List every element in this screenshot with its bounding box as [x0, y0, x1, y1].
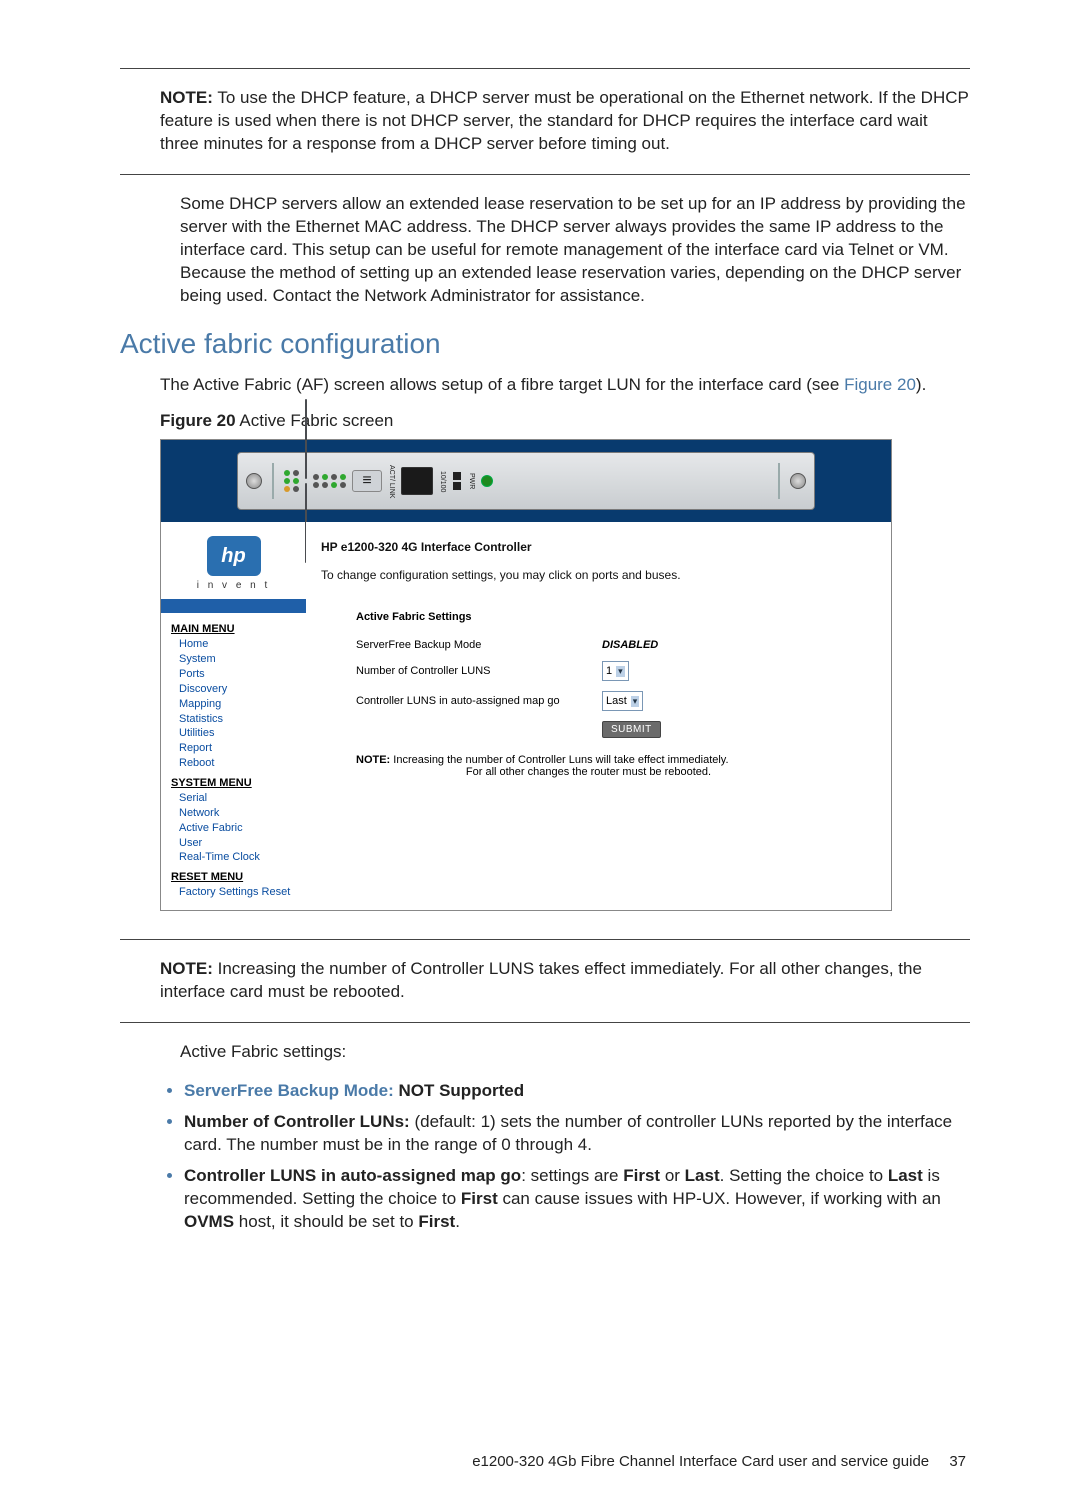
- sidebar: MAIN MENU Home System Ports Discovery Ma…: [161, 599, 306, 910]
- chevron-down-icon: ▾: [631, 696, 640, 707]
- settings-list: ServerFree Backup Mode: NOT Supported Nu…: [160, 1080, 970, 1234]
- menu-home[interactable]: Home: [179, 637, 306, 652]
- heading-active-fabric: Active fabric configuration: [120, 328, 970, 360]
- footer-title: e1200-320 4Gb Fibre Channel Interface Ca…: [472, 1453, 929, 1470]
- active-fabric-screenshot: ≡ ACT/ LINK 10/100 PWR hp i n v e n t HP…: [160, 439, 892, 911]
- label-num-luns: Number of Controller LUNS: [356, 665, 586, 677]
- menu-active-fabric[interactable]: Active Fabric: [179, 821, 306, 836]
- select-num-luns[interactable]: 1 ▾: [602, 661, 629, 681]
- screw-icon: [246, 473, 262, 489]
- menu-discovery[interactable]: Discovery: [179, 682, 306, 697]
- figure-caption: Figure 20 Active Fabric screen: [160, 410, 970, 433]
- bullet-serverfree: ServerFree Backup Mode: NOT Supported: [184, 1080, 970, 1103]
- figure-20-link[interactable]: Figure 20: [844, 375, 916, 394]
- paragraph-af-intro: The Active Fabric (AF) screen allows set…: [160, 374, 970, 397]
- menu-ports[interactable]: Ports: [179, 667, 306, 682]
- content-note: NOTE: Increasing the number of Controlle…: [356, 754, 871, 778]
- chip-icon: ≡: [352, 470, 382, 492]
- menu-rtc[interactable]: Real-Time Clock: [179, 850, 306, 865]
- pwr-label: PWR: [468, 473, 475, 489]
- hp-logo-icon: hp: [207, 536, 261, 576]
- menu-utilities[interactable]: Utilities: [179, 726, 306, 741]
- hardware-banner: ≡ ACT/ LINK 10/100 PWR: [161, 440, 891, 522]
- note-dhcp: NOTE: To use the DHCP feature, a DHCP se…: [160, 87, 970, 156]
- rule-before-note2: [120, 939, 970, 940]
- menu-mapping[interactable]: Mapping: [179, 697, 306, 712]
- menu-serial[interactable]: Serial: [179, 791, 306, 806]
- paragraph-dhcp-lease: Some DHCP servers allow an extended leas…: [180, 193, 970, 308]
- figure-text: Active Fabric screen: [239, 411, 393, 430]
- note-body: To use the DHCP feature, a DHCP server m…: [160, 88, 969, 153]
- main-menu-head: MAIN MENU: [171, 623, 306, 635]
- menu-user[interactable]: User: [179, 836, 306, 851]
- note-controller-luns: NOTE: Increasing the number of Controlle…: [160, 958, 970, 1004]
- ethernet-port-icon: [401, 467, 433, 495]
- menu-system[interactable]: System: [179, 652, 306, 667]
- select-num-luns-value: 1: [606, 665, 612, 677]
- label-serverfree: ServerFree Backup Mode: [356, 639, 586, 651]
- value-serverfree: DISABLED: [602, 639, 658, 651]
- page-number: 37: [949, 1453, 966, 1470]
- page-footer: e1200-320 4Gb Fibre Channel Interface Ca…: [120, 1453, 970, 1470]
- power-led-icon: [481, 475, 493, 487]
- rack-front: ≡ ACT/ LINK 10/100 PWR: [237, 452, 815, 510]
- menu-statistics[interactable]: Statistics: [179, 712, 306, 727]
- row-auto-map: Controller LUNS in auto-assigned map go …: [356, 691, 871, 711]
- content-panel: Active Fabric Settings ServerFree Backup…: [306, 599, 891, 910]
- hp-logo-cell: hp i n v e n t: [161, 522, 307, 599]
- submit-button[interactable]: SUBMIT: [602, 721, 661, 738]
- screw-icon: [790, 473, 806, 489]
- select-auto-map[interactable]: Last ▾: [602, 691, 643, 711]
- reset-menu-head: RESET MENU: [171, 871, 306, 883]
- port-label: ACT/ LINK: [388, 465, 395, 498]
- sfp-slot: [305, 399, 307, 479]
- led-block-mid: [313, 474, 346, 488]
- row-serverfree: ServerFree Backup Mode DISABLED: [356, 639, 871, 651]
- bullet-num-luns: Number of Controller LUNs: (default: 1) …: [184, 1111, 970, 1157]
- rule-after-note1: [120, 174, 970, 175]
- menu-reboot[interactable]: Reboot: [179, 756, 306, 771]
- menu-network[interactable]: Network: [179, 806, 306, 821]
- content-title: Active Fabric Settings: [356, 611, 871, 623]
- note-lead: NOTE:: [160, 88, 213, 107]
- label-auto-map: Controller LUNS in auto-assigned map go: [356, 695, 586, 707]
- sidebar-strip: [161, 599, 306, 613]
- note-body: Increasing the number of Controller LUNS…: [160, 959, 922, 1001]
- menu-report[interactable]: Report: [179, 741, 306, 756]
- select-auto-map-value: Last: [606, 695, 627, 707]
- rule-after-note2: [120, 1022, 970, 1023]
- rule-top: [120, 68, 970, 69]
- invent-text: i n v e n t: [197, 580, 271, 591]
- note-lead: NOTE:: [160, 959, 213, 978]
- menu-factory-reset[interactable]: Factory Settings Reset: [179, 885, 306, 900]
- figure-lead: Figure 20: [160, 411, 236, 430]
- row-num-luns: Number of Controller LUNS 1 ▾: [356, 661, 871, 681]
- port-label: 10/100: [439, 471, 446, 492]
- controller-subtitle: To change configuration settings, you ma…: [321, 568, 881, 582]
- system-menu-head: SYSTEM MENU: [171, 777, 306, 789]
- controller-title: HP e1200-320 4G Interface Controller: [321, 540, 881, 554]
- af-settings-lead: Active Fabric settings:: [180, 1041, 970, 1064]
- bullet-auto-map: Controller LUNS in auto-assigned map go:…: [184, 1165, 970, 1234]
- led-block-left: [284, 470, 299, 492]
- chevron-down-icon: ▾: [616, 666, 625, 677]
